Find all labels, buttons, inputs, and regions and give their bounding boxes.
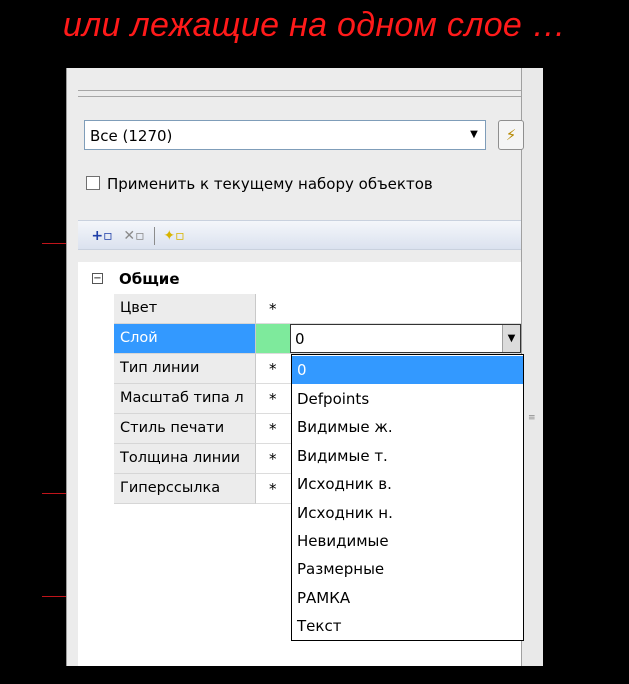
property-row-color[interactable]: Цвет * <box>114 294 521 324</box>
drawing-line <box>42 596 66 597</box>
drawing-line <box>42 493 66 494</box>
property-value: * <box>269 300 277 318</box>
property-name[interactable]: Тип линии <box>114 354 256 384</box>
property-value: * <box>269 450 277 468</box>
panel-edge <box>66 68 67 666</box>
chevron-down-icon[interactable]: ▼ <box>465 123 483 147</box>
layer-option[interactable]: Видимые ж. <box>292 413 523 441</box>
property-value: * <box>269 480 277 498</box>
property-value-cell[interactable]: 0 ▼ <box>256 324 521 354</box>
property-name[interactable]: Масштаб типа л <box>114 384 256 414</box>
object-type-combo[interactable]: Все (1270) ▼ <box>84 120 486 150</box>
drawing-line <box>42 243 66 244</box>
layer-option[interactable]: Размерные <box>292 555 523 583</box>
property-name[interactable]: Цвет <box>114 294 256 324</box>
layer-option[interactable]: Невидимые <box>292 527 523 555</box>
section-title-general[interactable]: Общие <box>119 270 180 288</box>
property-name[interactable]: Слой <box>114 324 256 354</box>
layer-dropdown-list: 0 Defpoints Видимые ж. Видимые т. Исходн… <box>291 354 524 641</box>
property-name[interactable]: Стиль печати <box>114 414 256 444</box>
slide-caption: или лежащие на одном слое … <box>62 6 567 44</box>
property-row-layer[interactable]: Слой 0 ▼ <box>114 324 521 354</box>
layer-select-value: 0 <box>295 330 305 348</box>
drawing-canvas[interactable] <box>42 68 66 666</box>
add-to-selection-icon[interactable]: +▫ <box>90 225 114 247</box>
lightning-icon: ⚡ <box>505 126 517 144</box>
properties-palette: ≡ Все (1270) ▼ ⚡ Применить к текущему на… <box>66 68 543 666</box>
quick-select-filter-icon[interactable]: ✦▫ <box>162 225 186 247</box>
title-divider <box>78 90 521 91</box>
layer-select[interactable]: 0 ▼ <box>290 324 521 353</box>
collapse-section-icon[interactable]: − <box>92 273 103 284</box>
layer-option[interactable]: РАМКА <box>292 584 523 612</box>
apply-to-selection-checkbox[interactable] <box>86 176 100 190</box>
layer-option[interactable]: Текст <box>292 612 523 640</box>
layer-option[interactable]: Исходник в. <box>292 470 523 498</box>
resize-grip-icon[interactable]: ≡ <box>528 414 537 423</box>
quick-select-button[interactable]: ⚡ <box>498 120 524 150</box>
remove-from-selection-icon[interactable]: ✕▫ <box>122 225 146 247</box>
object-type-value: Все (1270) <box>90 127 173 145</box>
layer-color-swatch <box>256 324 290 353</box>
chevron-down-icon[interactable]: ▼ <box>502 325 520 352</box>
palette-side-strip <box>522 68 543 666</box>
property-name[interactable]: Гиперссылка <box>114 474 256 504</box>
apply-to-selection-label[interactable]: Применить к текущему набору объектов <box>107 175 433 193</box>
selection-toolbar: +▫ ✕▫ ✦▫ <box>78 220 521 250</box>
layer-option[interactable]: 0 <box>292 356 523 384</box>
layer-option[interactable]: Исходник н. <box>292 499 523 527</box>
property-value: * <box>269 420 277 438</box>
toolbar-separator <box>154 227 155 245</box>
property-value: * <box>269 360 277 378</box>
property-value: * <box>269 390 277 408</box>
property-value-cell[interactable]: * <box>256 294 521 324</box>
layer-option[interactable]: Defpoints <box>292 385 523 413</box>
layer-option[interactable]: Видимые т. <box>292 442 523 470</box>
property-name[interactable]: Толщина линии <box>114 444 256 474</box>
title-divider <box>78 96 521 97</box>
